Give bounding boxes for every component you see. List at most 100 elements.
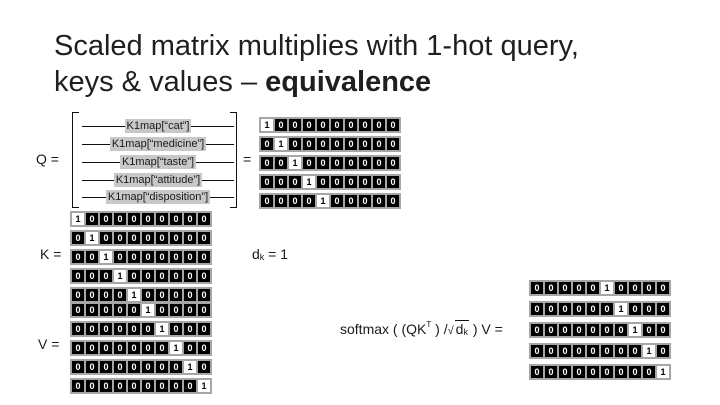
matrix-cell: 0 <box>629 366 641 378</box>
matrix-cell: 0 <box>198 289 210 301</box>
matrix-cell: 0 <box>531 345 543 357</box>
sqrt-radicand: dk <box>454 320 469 337</box>
matrix-cell: 0 <box>170 323 182 335</box>
matrix-cell: 0 <box>317 119 329 131</box>
matrix-cell: 1 <box>170 342 182 354</box>
matrix-cell: 0 <box>100 361 112 373</box>
matrix-cell: 0 <box>86 289 98 301</box>
dk-d: d <box>252 246 260 262</box>
matrix-cell: 1 <box>629 324 641 336</box>
matrix-cell: 0 <box>261 195 273 207</box>
matrix-cell: 0 <box>86 270 98 282</box>
matrix-cell: 0 <box>345 119 357 131</box>
matrix-cell: 0 <box>170 213 182 225</box>
matrix-cell: 0 <box>559 282 571 294</box>
matrix-cell: 0 <box>156 232 168 244</box>
sqrt-subscript: k <box>463 327 468 337</box>
matrix-cell: 0 <box>531 366 543 378</box>
matrix-cell: 0 <box>156 213 168 225</box>
matrix-cell: 0 <box>359 138 371 150</box>
sqrt-symbol: √ <box>447 325 454 337</box>
matrix-cell: 1 <box>317 195 329 207</box>
title-line-2-prefix: keys & values – <box>54 66 266 98</box>
matrix-cell: 0 <box>587 366 599 378</box>
matrix-cell: 0 <box>198 323 210 335</box>
q-row-right-line <box>210 196 234 198</box>
dk-value: = 1 <box>264 246 289 262</box>
q-row-label: K1map[“cat”] <box>124 119 192 133</box>
matrix-row: 0000010000 <box>70 302 212 318</box>
matrix-cell: 0 <box>387 138 399 150</box>
matrix-row: 0001000000 <box>259 174 401 190</box>
matrix-cell: 0 <box>142 213 154 225</box>
matrix-cell: 0 <box>142 342 154 354</box>
matrix-cell: 0 <box>100 270 112 282</box>
matrix-cell: 0 <box>198 361 210 373</box>
matrix-cell: 0 <box>345 157 357 169</box>
matrix-cell: 0 <box>170 289 182 301</box>
matrix-cell: 0 <box>359 157 371 169</box>
matrix-cell: 0 <box>359 195 371 207</box>
matrix-cell: 0 <box>86 304 98 316</box>
matrix-cell: 0 <box>531 303 543 315</box>
matrix-cell: 1 <box>601 282 613 294</box>
matrix-row: 0000100000 <box>259 193 401 209</box>
matrix-cell: 0 <box>345 176 357 188</box>
matrix-cell: 0 <box>128 304 140 316</box>
matrix-cell: 0 <box>331 119 343 131</box>
matrix-cell: 0 <box>261 157 273 169</box>
matrix-cell: 0 <box>573 345 585 357</box>
matrix-cell: 0 <box>72 270 84 282</box>
matrix-cell: 0 <box>615 282 627 294</box>
matrix-cell: 1 <box>643 345 655 357</box>
matrix-cell: 0 <box>184 270 196 282</box>
matrix-cell: 0 <box>317 176 329 188</box>
matrix-cell: 0 <box>72 361 84 373</box>
matrix-cell: 0 <box>643 366 655 378</box>
matrix-cell: 0 <box>601 324 613 336</box>
matrix-cell: 0 <box>170 270 182 282</box>
matrix-cell: 0 <box>86 380 98 392</box>
matrix-row: 0000000001 <box>70 378 212 394</box>
matrix-cell: 0 <box>198 304 210 316</box>
matrix-cell: 0 <box>184 289 196 301</box>
q-row-left-line <box>82 179 114 181</box>
matrix-row: 0000100000 <box>70 287 212 303</box>
matrix-cell: 0 <box>303 157 315 169</box>
matrix-cell: 0 <box>359 176 371 188</box>
matrix-cell: 0 <box>142 361 154 373</box>
matrix-cell: 0 <box>128 213 140 225</box>
matrix-row: 0000001000 <box>529 301 671 317</box>
matrix-cell: 0 <box>657 345 669 357</box>
matrix-cell: 0 <box>587 282 599 294</box>
matrix-cell: 0 <box>114 232 126 244</box>
matrix-cell: 0 <box>261 176 273 188</box>
matrix-cell: 0 <box>72 304 84 316</box>
q-row: K1map[“cat”] <box>82 118 234 134</box>
matrix-cell: 0 <box>629 303 641 315</box>
matrix-cell: 0 <box>601 366 613 378</box>
softmax-equation: softmax ( (QKT ) /√ dk ) V = <box>340 320 503 339</box>
matrix-cell: 0 <box>345 195 357 207</box>
matrix-cell: 0 <box>359 119 371 131</box>
matrix-cell: 0 <box>114 213 126 225</box>
dk-subscript: k <box>259 252 265 262</box>
matrix-cell: 0 <box>303 138 315 150</box>
matrix-row: 0100000000 <box>259 136 401 152</box>
matrix-cell: 0 <box>289 138 301 150</box>
softmax-prefix: softmax ( (QK <box>340 321 427 337</box>
matrix-cell: 0 <box>72 323 84 335</box>
matrix-row: 0100000000 <box>70 230 212 246</box>
matrix-cell: 0 <box>184 213 196 225</box>
matrix-row: 0000000001 <box>529 364 671 380</box>
matrix-cell: 0 <box>643 324 655 336</box>
dk-equation: dk = 1 <box>252 246 288 262</box>
matrix-cell: 1 <box>72 213 84 225</box>
matrix-cell: 1 <box>657 366 669 378</box>
matrix-cell: 0 <box>114 361 126 373</box>
matrix-cell: 0 <box>643 282 655 294</box>
q-row-label: K1map[“medicine”] <box>109 137 207 151</box>
matrix-cell: 0 <box>545 366 557 378</box>
matrix-cell: 0 <box>114 342 126 354</box>
matrix-cell: 0 <box>128 361 140 373</box>
